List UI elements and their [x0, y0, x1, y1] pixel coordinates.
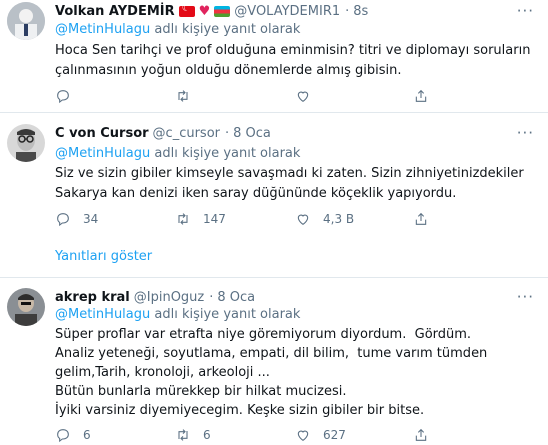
like-button[interactable]: 627 [295, 425, 346, 445]
tweet-time[interactable]: 8 Oca [233, 126, 271, 141]
tweet-line: çalınmasının yoğun olduğu dönemlerde alm… [55, 63, 402, 78]
tweet-text: Süper proflar var etrafta niye göremiyor… [55, 325, 535, 420]
reply-count: 6 [83, 428, 91, 442]
reply-icon [57, 213, 69, 227]
reply-mention-link[interactable]: @MetinHulagu [55, 146, 150, 161]
separator-dot: · [225, 125, 230, 141]
share-icon [415, 428, 427, 441]
tweet-time[interactable]: 8s [353, 4, 368, 19]
reply-button[interactable]: 34 [55, 209, 98, 229]
reply-context: @MetinHulagu adlı kişiye yanıt olarak [55, 146, 300, 161]
retweet-button[interactable]: 147 [175, 209, 226, 229]
tweet-actions: 6 6 627 [55, 425, 485, 445]
retweet-count: 6 [203, 428, 211, 442]
reply-icon [57, 429, 69, 443]
tweet-line: Hoca Sen tarihçi ve prof olduğuna eminmi… [55, 43, 531, 58]
tweet-line: Bütün bunlarla mürekkep bir hilkat muciz… [55, 384, 347, 399]
share-button[interactable] [413, 209, 429, 229]
show-replies-link[interactable]: Yanıtları göster [55, 249, 152, 264]
tweet-line: gelim,Tarih, kronoloji, arkeoloji ... [55, 365, 270, 380]
share-button[interactable] [413, 425, 429, 445]
reply-suffix: adlı kişiye yanıt olarak [154, 307, 301, 322]
reply-suffix: adlı kişiye yanıt olarak [154, 146, 301, 161]
author-handle[interactable]: @IpinOguz [134, 290, 204, 305]
like-button[interactable] [295, 86, 311, 106]
turkey-flag-icon [178, 3, 195, 17]
author-name[interactable]: akrep kral [55, 290, 130, 305]
retweet-button[interactable]: 6 [175, 425, 211, 445]
avatar[interactable] [7, 288, 45, 326]
author-name[interactable]: Volkan AYDEMİR [55, 4, 175, 19]
more-options-icon[interactable]: ··· [517, 124, 534, 142]
like-icon [297, 430, 309, 441]
tweet-text: Siz ve sizin gibiler kimseyle savaşmadı … [55, 164, 535, 204]
like-count: 4,3 B [323, 212, 355, 226]
divider [0, 112, 548, 113]
avatar[interactable] [7, 124, 45, 162]
like-icon [297, 214, 309, 225]
retweet-count: 147 [203, 212, 226, 226]
tweet-time[interactable]: 8 Oca [217, 290, 255, 305]
reply-mention-link[interactable]: @MetinHulagu [55, 22, 150, 37]
azerbaijan-flag-icon [214, 5, 231, 17]
reply-icon [57, 90, 69, 104]
retweet-icon [178, 90, 188, 102]
more-options-icon[interactable]: ··· [517, 288, 534, 306]
tweet-actions [55, 86, 485, 106]
tweet-line: Siz ve sizin gibiler kimseyle savaşmadı … [55, 166, 524, 181]
reply-mention-link[interactable]: @MetinHulagu [55, 307, 150, 322]
divider [0, 277, 548, 278]
like-count: 627 [323, 428, 346, 442]
tweet-2[interactable]: C von Cursor @c_cursor · 8 Oca ··· @Meti… [0, 120, 548, 230]
tweet-line: Sakarya kan denizi iken saray düğününde … [55, 186, 457, 201]
reply-context: @MetinHulagu adlı kişiye yanıt olarak [55, 22, 300, 37]
retweet-icon [178, 213, 188, 225]
heart-emoji-icon: ♥ [198, 3, 211, 19]
author-name[interactable]: C von Cursor [55, 126, 149, 141]
avatar[interactable] [7, 2, 45, 40]
share-icon [415, 212, 427, 225]
separator-dot: · [209, 289, 214, 305]
reply-button[interactable]: 6 [55, 425, 91, 445]
retweet-icon [178, 429, 188, 441]
reply-button[interactable] [55, 86, 71, 106]
like-button[interactable]: 4,3 B [295, 209, 354, 229]
reply-context: @MetinHulagu adlı kişiye yanıt olarak [55, 307, 300, 322]
reply-suffix: adlı kişiye yanıt olarak [154, 22, 301, 37]
tweet-actions: 34 147 4,3 B [55, 209, 485, 229]
author-handle[interactable]: @c_cursor [153, 126, 220, 141]
share-button[interactable] [413, 86, 429, 106]
tweet-line: İyiki varsiniz diyemiyecegim. Keşke sizi… [55, 403, 425, 418]
more-options-icon[interactable]: ··· [517, 2, 534, 20]
tweet-line: Süper proflar var etrafta niye göremiyor… [55, 327, 472, 342]
tweet-text: Hoca Sen tarihçi ve prof olduğuna eminmi… [55, 41, 535, 81]
tweet-line: Analiz yeteneği, soyutlama, empati, dil … [55, 346, 488, 361]
like-icon [297, 91, 309, 102]
reply-count: 34 [83, 212, 99, 226]
separator-dot: · [345, 3, 350, 19]
author-handle[interactable]: @VOLAYDEMIR1 [234, 4, 340, 19]
share-icon [415, 89, 427, 102]
tweet-1[interactable]: Volkan AYDEMİR ♥ @VOLAYDEMIR1 · 8s ··· @… [0, 0, 548, 106]
tweet-3[interactable]: akrep kral @IpinOguz · 8 Oca ··· @MetinH… [0, 284, 548, 445]
retweet-button[interactable] [175, 86, 191, 106]
